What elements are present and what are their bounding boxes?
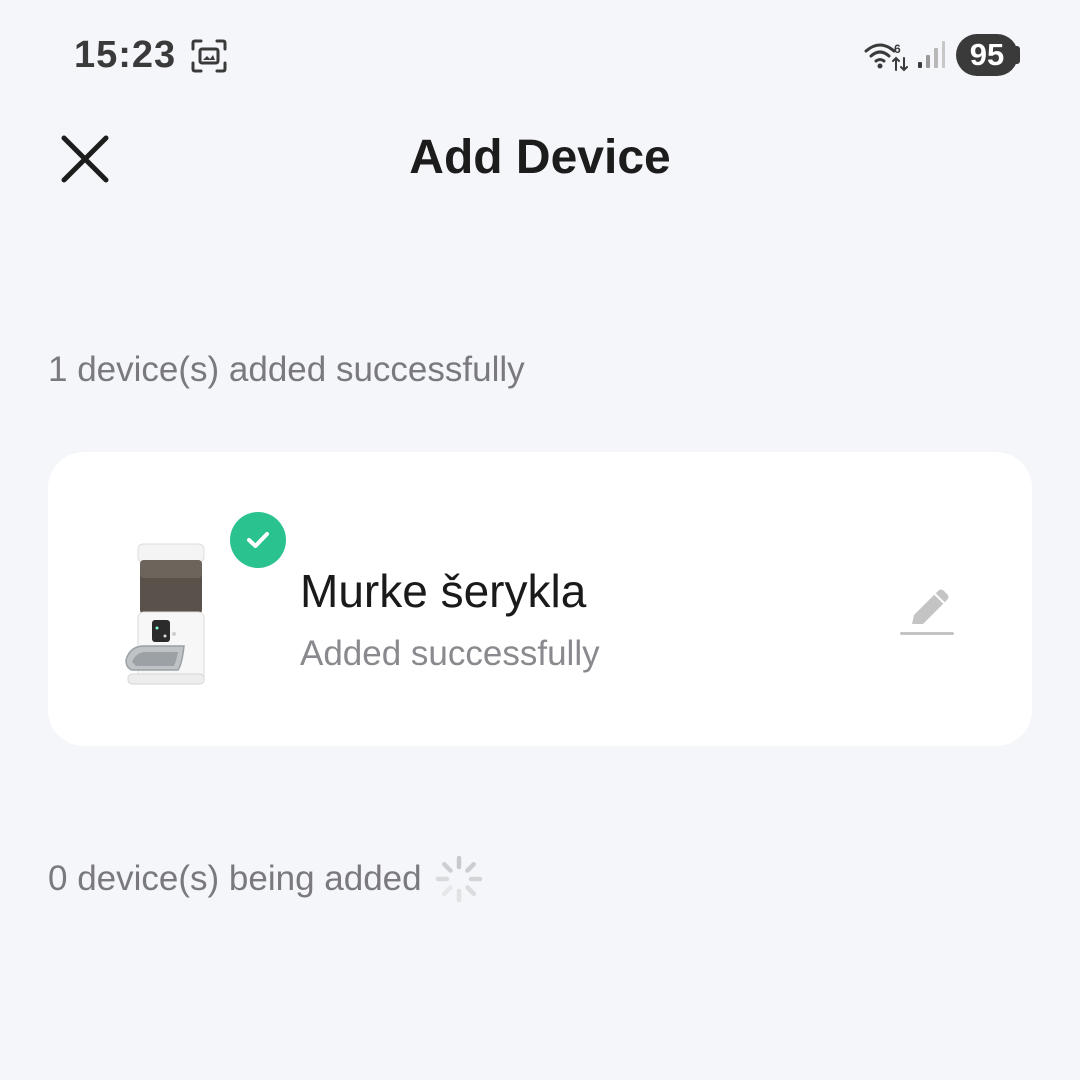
device-card[interactable]: Murke šerykla Added successfully xyxy=(48,452,1032,746)
add-device-screen: 15:23 6 95 Add Device 1 device(s) added … xyxy=(0,0,1080,1080)
status-time: 15:23 xyxy=(74,34,177,76)
pencil-icon[interactable] xyxy=(898,584,958,640)
battery-indicator: 95 xyxy=(956,34,1018,76)
adding-count-row: 0 device(s) being added xyxy=(48,854,484,904)
device-status: Added successfully xyxy=(300,634,600,673)
pet-feeder-image xyxy=(125,543,205,685)
signal-icon xyxy=(918,41,945,68)
check-circle-icon xyxy=(230,512,286,568)
device-name: Murke šerykla xyxy=(300,565,587,617)
adding-count-label: 0 device(s) being added xyxy=(48,859,422,898)
status-bar: 15:23 6 95 xyxy=(0,0,1080,110)
wifi-icon: 6 xyxy=(864,42,908,72)
loading-spinner-icon xyxy=(435,855,482,903)
page-title: Add Device xyxy=(409,131,671,184)
added-count-label: 1 device(s) added successfully xyxy=(48,350,525,389)
screenshot-icon xyxy=(191,39,227,73)
battery-nub xyxy=(1016,46,1020,64)
svg-text:6: 6 xyxy=(894,42,901,56)
